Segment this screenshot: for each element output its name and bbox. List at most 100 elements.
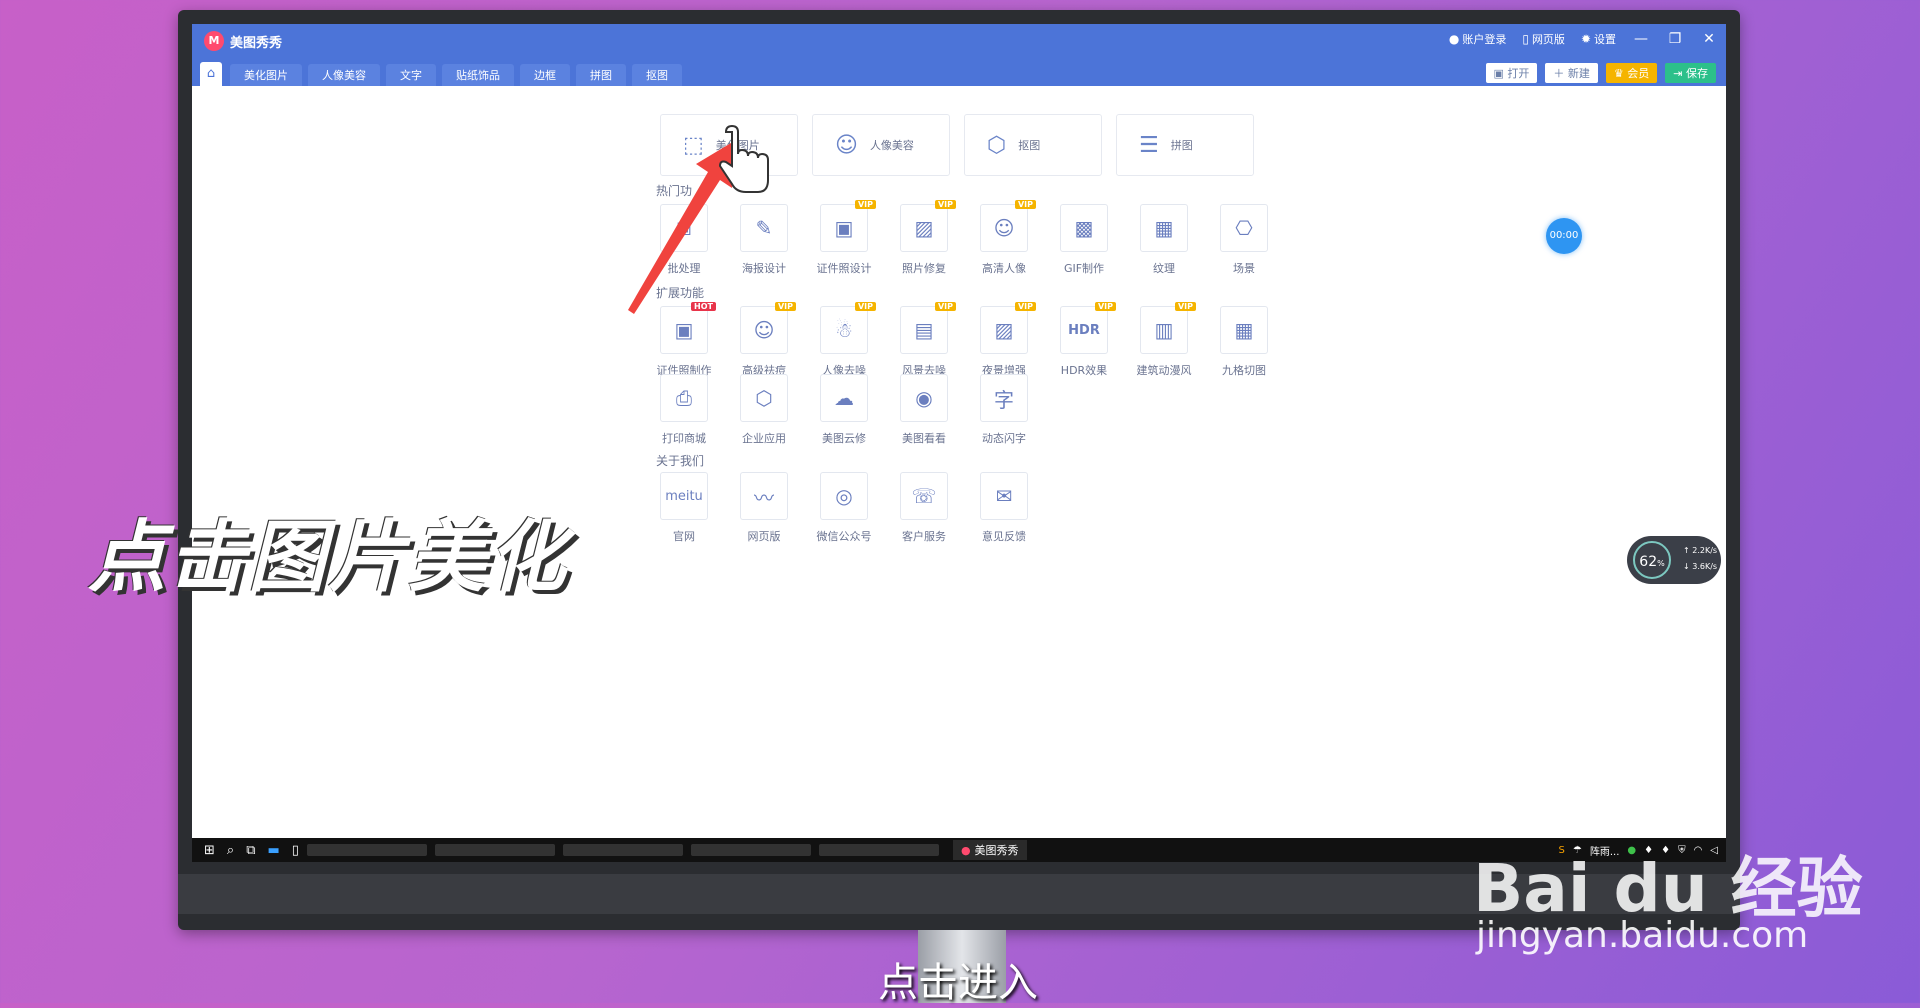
monitor-frame: M 美图秀秀 ● 账户登录 ▯ 网页版 ✹ 设置 — ❐ ✕ ⌂ 美化图片 人像美容 … [178,10,1740,930]
video-caption: 点击图片美化 [88,513,569,603]
rate-unit: K/s [1704,562,1718,571]
wechat-icon: ◎ [820,472,868,520]
vip-badge: VIP [854,302,876,311]
tool-label: 打印商城 [662,432,706,445]
tool-item[interactable]: ◎ 微信公众号 [817,472,872,544]
save-button[interactable]: ⇥ 保存 [1665,63,1716,83]
home-icon[interactable]: ⌂ [200,62,222,86]
tool-item[interactable]: ☃ VIP 人像去噪 [820,302,876,378]
anime-building-icon: ▥ [1140,306,1188,354]
tool-item[interactable]: ▩ GIF制作 [1060,204,1108,276]
tool-item[interactable]: ▨ VIP 夜景增强 [980,302,1036,378]
tool-item[interactable]: 〰网页版 [740,472,788,544]
about-tools-grid: meitu 官网 〰网页版 ◎ 微信公众号 ☏ 客户服务 ✉ 意见反馈 [660,472,1028,544]
tool-item[interactable]: 字动态闪字 [980,374,1028,446]
hexagon-icon: ⬡ [987,132,1007,158]
vip-badge: VIP [854,200,876,209]
open-button[interactable]: ▣ 打开 [1485,63,1538,83]
task-view-icon[interactable]: ⧉ [246,843,255,858]
vip-badge: VIP [1094,302,1116,311]
timer-badge[interactable]: 00:00 [1546,218,1582,254]
tool-label: 客户服务 [902,530,946,543]
card-label: 拼图 [1170,139,1193,152]
open-label: 打开 [1507,67,1530,80]
web-version-icon: 〰 [740,472,788,520]
id-photo-icon: ▣ [820,204,868,252]
explorer-icon[interactable]: ▬ [267,843,279,858]
tool-item[interactable]: ▤ VIP 风景去噪 [900,302,956,378]
search-icon[interactable]: ⌕ [227,843,234,858]
tool-label: 微信公众号 [816,530,872,543]
card-collage[interactable]: ☰ 拼图 [1116,114,1254,176]
tool-item[interactable]: ▥ VIP 建筑动漫风 [1137,302,1196,378]
gear-icon: ✹ [1580,32,1591,46]
grid-cut-icon: ▦ [1220,306,1268,354]
net-monitor-widget[interactable]: 62% ↑ 2.2K/s ↓ 3.6K/s [1627,536,1721,584]
minimize-button[interactable]: — [1632,31,1650,47]
video-subtitle: 点击进入 [878,960,1038,1006]
baidu-watermark-url: jingyan.baidu.com [1476,915,1809,956]
web-version-label: 网页版 [1531,33,1565,46]
tool-item[interactable]: ☁ 美图云修 [820,374,868,446]
tool-item[interactable]: ✉ 意见反馈 [980,472,1028,544]
tool-item[interactable]: HDR VIP HDR效果 [1060,302,1116,378]
settings-link[interactable]: ✹ 设置 [1581,31,1616,47]
tab-portrait[interactable]: 人像美容 [308,64,380,86]
account-login-label: 账户登录 [1462,33,1507,46]
tool-label: 照片修复 [902,262,946,275]
red-arrow-annotation [628,124,769,314]
phone-icon: ▯ [1522,32,1529,46]
cpu-percent: 62% [1633,541,1671,579]
tool-item[interactable]: ◉ 美图看看 [900,374,948,446]
vip-badge: VIP [1014,200,1036,209]
tool-label: 高清人像 [982,262,1026,275]
tool-item[interactable]: ▣ VIP 证件照设计 [817,200,876,276]
tool-item[interactable]: ▨ VIP 照片修复 [900,200,956,276]
vip-badge: VIP [934,200,956,209]
cloud-retouch-icon: ☁ [820,374,868,422]
upload-value: 2.2 [1692,546,1705,555]
card-portrait[interactable]: ☺ 人像美容 [812,114,950,176]
settings-label: 设置 [1594,33,1616,46]
windows-start-icon[interactable]: ⊞ [204,843,215,858]
blurred-task [562,844,683,856]
close-button[interactable]: ✕ [1700,31,1718,47]
nav-tabs: 美化图片 人像美容 文字 贴纸饰品 边框 拼图 抠图 [230,64,682,86]
tool-item[interactable]: ▦ 纹理 [1140,204,1188,276]
tab-cutout[interactable]: 抠图 [632,64,682,86]
customer-service-icon: ☏ [900,472,948,520]
tool-item[interactable]: meitu 官网 [660,472,708,544]
rate-unit: K/s [1704,546,1718,555]
taskbar-meitu-app[interactable]: ● 美图秀秀 [952,840,1027,860]
web-version-link[interactable]: ▯ 网页版 [1522,31,1565,47]
tab-text[interactable]: 文字 [386,64,436,86]
account-login-link[interactable]: ● 账户登录 [1449,31,1506,47]
tab-stickers[interactable]: 贴纸饰品 [442,64,514,86]
tool-label: 场景 [1233,262,1255,275]
tab-beautify[interactable]: 美化图片 [230,64,302,86]
percent-value: 62 [1639,554,1658,570]
tool-item[interactable]: ⬡ 企业应用 [740,374,788,446]
new-button[interactable]: ＋ 新建 [1545,63,1598,83]
tool-item[interactable]: ☏ 客户服务 [900,472,948,544]
meitu-viewer-icon: ◉ [900,374,948,422]
blurred-task [690,844,811,856]
tool-item[interactable]: ⎙ 打印商城 [660,374,708,446]
tool-item[interactable]: ▦ 九格切图 [1220,306,1268,378]
texture-icon: ▦ [1140,204,1188,252]
tool-label: 企业应用 [742,432,786,445]
file-icon[interactable]: ▯ [292,843,299,858]
tool-item[interactable]: ⎔ 场景 [1220,204,1268,276]
tab-collage[interactable]: 拼图 [576,64,626,86]
tool-item[interactable]: ☺ VIP 高清人像 [980,200,1036,276]
enterprise-icon: ⬡ [740,374,788,422]
meitu-taskbar-icon: ● [960,843,971,857]
title-bar-right: ● 账户登录 ▯ 网页版 ✹ 设置 — ❐ ✕ [1449,31,1718,47]
card-cutout[interactable]: ⬡ 抠图 [964,114,1102,176]
maximize-button[interactable]: ❐ [1666,31,1684,47]
download-value: 3.6 [1692,562,1705,571]
tool-label: 官网 [673,530,695,543]
tab-frame[interactable]: 边框 [520,64,570,86]
tool-label: 美图云修 [822,432,866,445]
vip-button[interactable]: ♛ 会员 [1605,63,1658,83]
